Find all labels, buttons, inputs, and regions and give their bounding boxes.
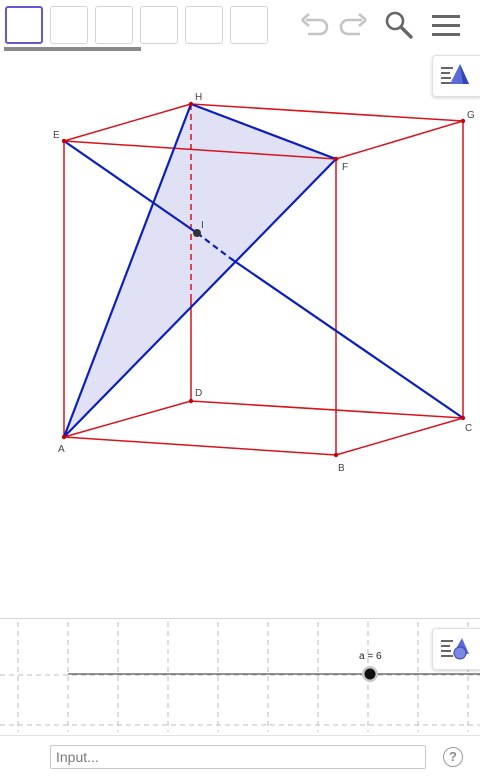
slider-handle[interactable]: [364, 668, 376, 680]
graphics-style-icon: [441, 638, 469, 660]
view-divider[interactable]: [0, 618, 480, 619]
tool-sphere-button[interactable]: [185, 6, 223, 44]
tool-point-button[interactable]: [50, 6, 88, 44]
label-A: A: [58, 444, 65, 455]
point-C[interactable]: [460, 415, 466, 421]
point-I[interactable]: [193, 229, 201, 237]
input-bar: ?: [0, 735, 480, 781]
label-B: B: [338, 463, 345, 474]
toolbar-scroll-indicator: [4, 47, 141, 51]
tool-move-button[interactable]: [5, 6, 43, 44]
algebra-input-field[interactable]: [50, 745, 426, 769]
label-G: G: [467, 110, 475, 121]
edge-BC: [335, 417, 464, 456]
2d-graphics-view[interactable]: a = 6: [0, 622, 480, 732]
point-H[interactable]: [188, 101, 194, 107]
slider-label: a = 6: [359, 651, 382, 662]
point-A[interactable]: [61, 434, 67, 440]
segment-IC: [229, 257, 464, 419]
graphics-style-button[interactable]: [432, 628, 480, 670]
point-E[interactable]: [61, 138, 67, 144]
tool-line-button[interactable]: [95, 6, 133, 44]
edge-CD: [190, 400, 464, 419]
help-button[interactable]: ?: [443, 747, 463, 767]
3d-view-style-button[interactable]: [432, 55, 480, 97]
point-B[interactable]: [333, 452, 339, 458]
toolbar: [0, 0, 480, 52]
label-I: I: [201, 220, 204, 231]
tool-solid-button[interactable]: [230, 6, 268, 44]
tool-polygon-button[interactable]: [140, 6, 178, 44]
grid-lines: [0, 622, 480, 732]
3d-graphics-view[interactable]: A B C D E F G H I: [0, 52, 480, 618]
edge-AB: [63, 436, 337, 456]
hamburger-menu-icon[interactable]: [428, 8, 464, 44]
edge-HE: [63, 103, 192, 142]
point-D[interactable]: [188, 398, 194, 404]
label-H: H: [195, 92, 202, 103]
label-C: C: [465, 423, 472, 434]
point-G[interactable]: [460, 118, 466, 124]
undo-icon[interactable]: [298, 8, 334, 44]
search-icon[interactable]: [380, 8, 416, 44]
redo-icon[interactable]: [334, 8, 370, 44]
label-D: D: [195, 388, 202, 399]
point-F[interactable]: [333, 156, 339, 162]
edge-FG: [335, 120, 464, 160]
3d-view-style-icon: [441, 64, 469, 84]
label-E: E: [53, 130, 60, 141]
label-F: F: [342, 162, 348, 173]
